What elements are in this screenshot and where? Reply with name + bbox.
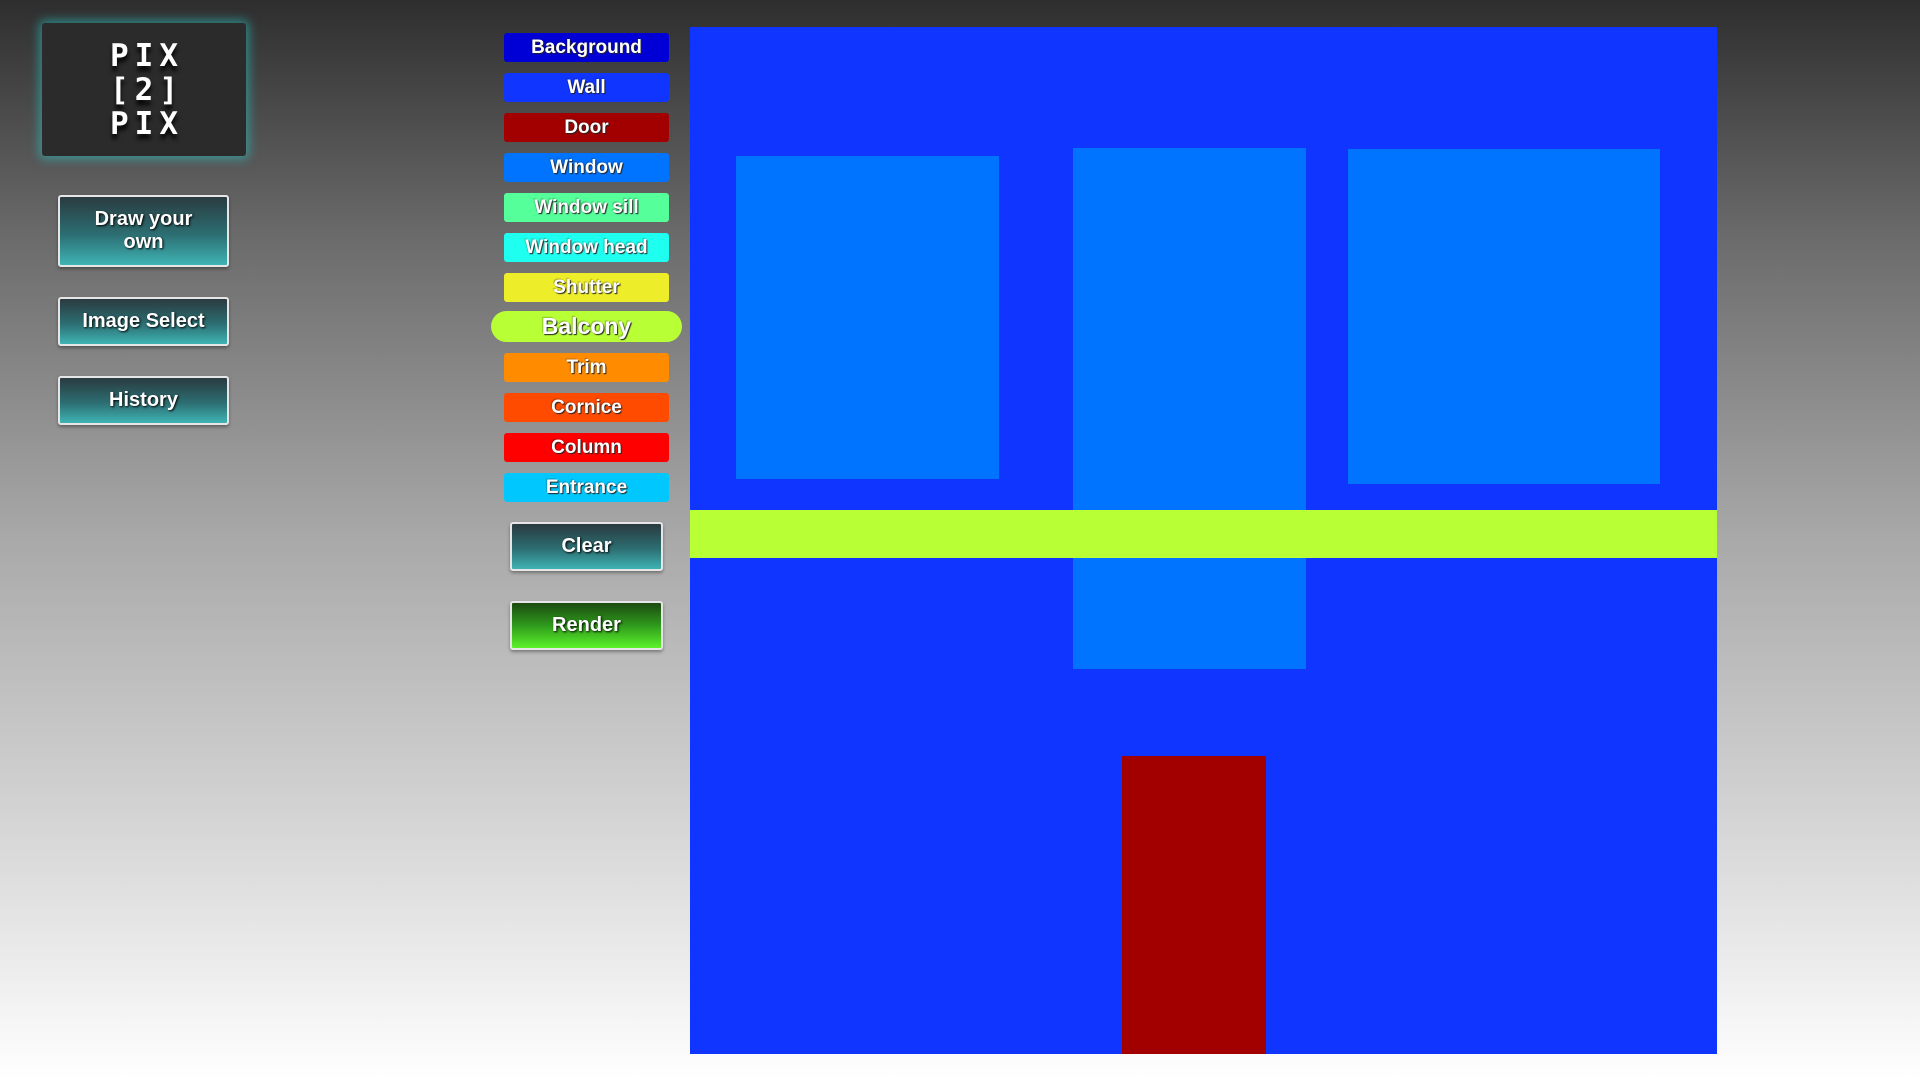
- label-button-background[interactable]: Background: [504, 33, 669, 62]
- label-button-cornice[interactable]: Cornice: [504, 393, 669, 422]
- canvas-door: [1122, 756, 1266, 1054]
- logo-line-2: [2]: [110, 71, 184, 108]
- canvas-window-center: [1073, 148, 1306, 669]
- label-button-window-head[interactable]: Window head: [504, 233, 669, 262]
- canvas-window-right: [1348, 149, 1660, 484]
- label-button-balcony[interactable]: Balcony: [491, 311, 682, 342]
- clear-button[interactable]: Clear: [510, 522, 663, 571]
- draw-your-own-button[interactable]: Draw your own: [58, 195, 229, 267]
- canvas-window-left: [736, 156, 999, 479]
- label-button-column[interactable]: Column: [504, 433, 669, 462]
- label-button-door[interactable]: Door: [504, 113, 669, 142]
- history-button[interactable]: History: [58, 376, 229, 425]
- label-button-window-sill[interactable]: Window sill: [504, 193, 669, 222]
- label-button-trim[interactable]: Trim: [504, 353, 669, 382]
- render-button[interactable]: Render: [510, 601, 663, 650]
- label-button-wall[interactable]: Wall: [504, 73, 669, 102]
- label-button-entrance[interactable]: Entrance: [504, 473, 669, 502]
- canvas-balcony: [690, 510, 1717, 558]
- drawing-canvas[interactable]: [690, 27, 1717, 1054]
- label-button-shutter[interactable]: Shutter: [504, 273, 669, 302]
- logo-line-3: PIX: [110, 105, 184, 142]
- image-select-button[interactable]: Image Select: [58, 297, 229, 346]
- app-logo: PIX [2] PIX: [42, 23, 246, 156]
- logo-line-1: PIX: [110, 37, 184, 74]
- label-button-window[interactable]: Window: [504, 153, 669, 182]
